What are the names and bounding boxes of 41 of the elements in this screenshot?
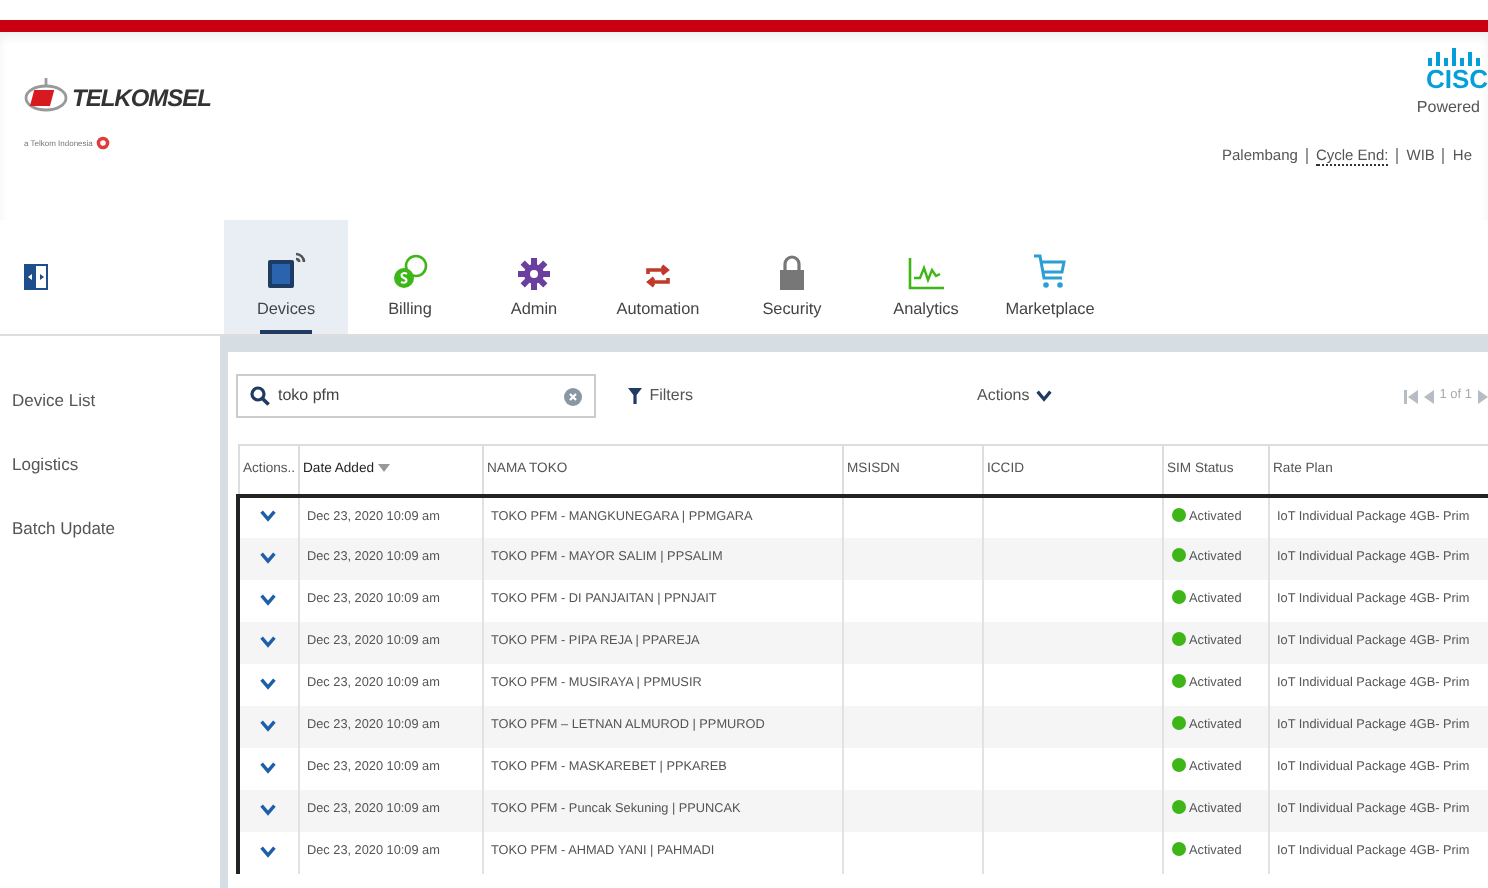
- loop-arrows-icon: [642, 261, 674, 290]
- sidebar-item[interactable]: Batch Update: [0, 496, 128, 560]
- filters-button[interactable]: Filters: [615, 382, 705, 410]
- nav-tab[interactable]: Security: [720, 220, 864, 334]
- expand-chevron-icon[interactable]: [260, 593, 277, 605]
- emblem-icon: [96, 136, 111, 150]
- sidebar-item[interactable]: Logistics: [0, 432, 91, 496]
- expand-chevron-icon[interactable]: [260, 551, 277, 563]
- sort-down-icon: [377, 463, 390, 472]
- clear-icon[interactable]: [563, 387, 582, 405]
- expand-chevron-icon[interactable]: [260, 510, 277, 522]
- expand-chevron-icon[interactable]: [260, 761, 277, 773]
- device-icon: [266, 249, 306, 290]
- search-box[interactable]: toko pfm: [236, 374, 596, 418]
- nav-tab[interactable]: Admin: [472, 220, 596, 334]
- nav-tab[interactable]: Devices: [224, 220, 348, 334]
- bars-logo-icon: [1428, 48, 1480, 66]
- nav-tab[interactable]: Automation: [596, 220, 720, 334]
- logo-text: TELKOMSEL: [72, 82, 211, 116]
- sidebar-toggle-icon[interactable]: [24, 264, 48, 290]
- expand-chevron-icon[interactable]: [260, 845, 277, 857]
- line-chart-icon: [908, 257, 944, 290]
- nav-tab[interactable]: Marketplace: [988, 220, 1112, 334]
- expand-chevron-icon[interactable]: [260, 719, 277, 731]
- expand-chevron-icon[interactable]: [260, 677, 277, 689]
- coins-icon: [392, 253, 428, 290]
- expand-chevron-icon[interactable]: [260, 803, 277, 815]
- partner-logo-text: CISC: [1425, 66, 1488, 92]
- nav-tab[interactable]: Analytics: [864, 220, 988, 334]
- nav-tab[interactable]: Billing: [348, 220, 472, 334]
- search-field[interactable]: toko pfm: [278, 384, 556, 408]
- expand-chevron-icon[interactable]: [260, 635, 277, 647]
- sidebar-item[interactable]: Device List: [0, 368, 108, 432]
- actions-dropdown[interactable]: Actions: [965, 382, 1064, 410]
- chevron-down-icon: [1035, 390, 1052, 402]
- lock-icon: [778, 253, 806, 290]
- search-icon: [250, 386, 270, 406]
- gear-icon: [518, 257, 550, 290]
- cart-icon: [1034, 253, 1066, 290]
- powered-label: Powered: [1416, 96, 1480, 120]
- filter-icon: [627, 388, 642, 404]
